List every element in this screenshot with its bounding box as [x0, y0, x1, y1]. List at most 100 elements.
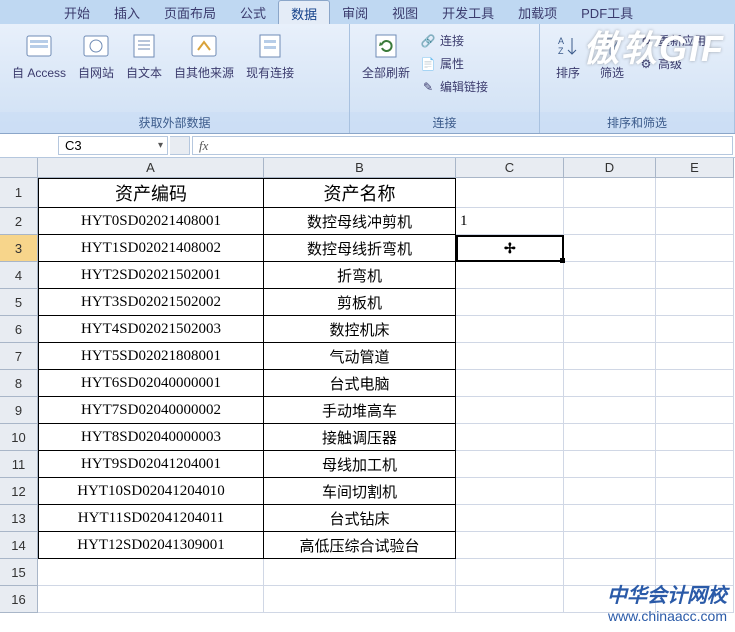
cell[interactable]	[456, 586, 564, 613]
from-web-button[interactable]: 自网站	[72, 28, 120, 83]
cell[interactable]	[456, 424, 564, 451]
row-header[interactable]: 15	[0, 559, 38, 586]
cell[interactable]	[656, 451, 734, 478]
from-text-button[interactable]: 自文本	[120, 28, 168, 83]
cell[interactable]: HYT2SD02021502001	[38, 262, 264, 289]
cell[interactable]: 气动管道	[264, 343, 456, 370]
row-header[interactable]: 11	[0, 451, 38, 478]
cell[interactable]: HYT8SD02040000003	[38, 424, 264, 451]
row-header[interactable]: 9	[0, 397, 38, 424]
cell[interactable]	[656, 178, 734, 208]
cell[interactable]	[564, 532, 656, 559]
edit-links-button[interactable]: ✎编辑链接	[416, 76, 492, 97]
cell[interactable]	[264, 586, 456, 613]
cell[interactable]	[564, 397, 656, 424]
cell[interactable]: 资产编码	[38, 178, 264, 208]
tab-dev[interactable]: 开发工具	[430, 0, 506, 24]
col-header-A[interactable]: A	[38, 158, 264, 178]
cell[interactable]: HYT10SD02041204010	[38, 478, 264, 505]
refresh-all-button[interactable]: 全部刷新	[356, 28, 416, 83]
cell[interactable]	[456, 178, 564, 208]
row-header[interactable]: 5	[0, 289, 38, 316]
col-header-B[interactable]: B	[264, 158, 456, 178]
cell[interactable]: 车间切割机	[264, 478, 456, 505]
cell[interactable]: 高低压综合试验台	[264, 532, 456, 559]
col-header-D[interactable]: D	[564, 158, 656, 178]
row-header[interactable]: 16	[0, 586, 38, 613]
cell[interactable]: 剪板机	[264, 289, 456, 316]
cell[interactable]	[38, 559, 264, 586]
cell[interactable]: HYT0SD02021408001	[38, 208, 264, 235]
tab-insert[interactable]: 插入	[102, 0, 152, 24]
cell[interactable]: HYT4SD02021502003	[38, 316, 264, 343]
cell[interactable]	[656, 478, 734, 505]
cell[interactable]	[456, 559, 564, 586]
cell[interactable]: 台式钻床	[264, 505, 456, 532]
cell[interactable]: HYT3SD02021502002	[38, 289, 264, 316]
cell[interactable]: HYT9SD02041204001	[38, 451, 264, 478]
cell[interactable]	[456, 316, 564, 343]
row-header[interactable]: 14	[0, 532, 38, 559]
row-header[interactable]: 1	[0, 178, 38, 208]
row-header[interactable]: 8	[0, 370, 38, 397]
cell[interactable]	[564, 289, 656, 316]
cell[interactable]	[564, 235, 656, 262]
cell[interactable]: 手动堆高车	[264, 397, 456, 424]
cell[interactable]	[656, 343, 734, 370]
cell[interactable]	[456, 505, 564, 532]
row-header[interactable]: 2	[0, 208, 38, 235]
cell[interactable]: 台式电脑	[264, 370, 456, 397]
connections-button[interactable]: 🔗连接	[416, 30, 492, 51]
cell[interactable]	[564, 424, 656, 451]
select-all-triangle[interactable]	[0, 158, 38, 178]
cell[interactable]	[456, 262, 564, 289]
cell[interactable]	[456, 451, 564, 478]
cell[interactable]	[564, 316, 656, 343]
cell[interactable]	[656, 316, 734, 343]
cell[interactable]	[564, 505, 656, 532]
cell[interactable]: 折弯机	[264, 262, 456, 289]
cell[interactable]	[656, 208, 734, 235]
row-header[interactable]: 3	[0, 235, 38, 262]
cell[interactable]: 数控母线折弯机	[264, 235, 456, 262]
tab-data[interactable]: 数据	[278, 0, 330, 24]
cell[interactable]	[564, 451, 656, 478]
cell[interactable]	[656, 262, 734, 289]
cell[interactable]	[456, 343, 564, 370]
cell[interactable]	[564, 370, 656, 397]
tab-start[interactable]: 开始	[52, 0, 102, 24]
col-header-E[interactable]: E	[656, 158, 734, 178]
from-access-button[interactable]: 自 Access	[6, 28, 72, 83]
cell[interactable]	[656, 289, 734, 316]
cell[interactable]: 数控机床	[264, 316, 456, 343]
row-header[interactable]: 4	[0, 262, 38, 289]
cell[interactable]	[456, 289, 564, 316]
cell[interactable]: 资产名称	[264, 178, 456, 208]
tab-layout[interactable]: 页面布局	[152, 0, 228, 24]
row-header[interactable]: 6	[0, 316, 38, 343]
cell[interactable]	[564, 478, 656, 505]
cell[interactable]: HYT5SD02021808001	[38, 343, 264, 370]
cell[interactable]	[456, 235, 564, 262]
cell[interactable]	[456, 532, 564, 559]
cell[interactable]	[456, 478, 564, 505]
cell[interactable]: HYT12SD02041309001	[38, 532, 264, 559]
cell[interactable]: 接触调压器	[264, 424, 456, 451]
row-header[interactable]: 7	[0, 343, 38, 370]
cell[interactable]	[656, 505, 734, 532]
cell[interactable]: HYT7SD02040000002	[38, 397, 264, 424]
tab-review[interactable]: 审阅	[330, 0, 380, 24]
cell[interactable]	[656, 532, 734, 559]
existing-conn-button[interactable]: 现有连接	[240, 28, 300, 83]
cell[interactable]	[38, 586, 264, 613]
cell[interactable]	[656, 424, 734, 451]
cell[interactable]: HYT6SD02040000001	[38, 370, 264, 397]
cell[interactable]	[564, 343, 656, 370]
from-other-button[interactable]: 自其他来源	[168, 28, 240, 83]
cell[interactable]: HYT11SD02041204011	[38, 505, 264, 532]
cell[interactable]: HYT1SD02021408002	[38, 235, 264, 262]
cell[interactable]: 1	[456, 208, 564, 235]
cell[interactable]	[456, 397, 564, 424]
cell[interactable]	[564, 178, 656, 208]
formula-input[interactable]: fx	[192, 136, 733, 155]
